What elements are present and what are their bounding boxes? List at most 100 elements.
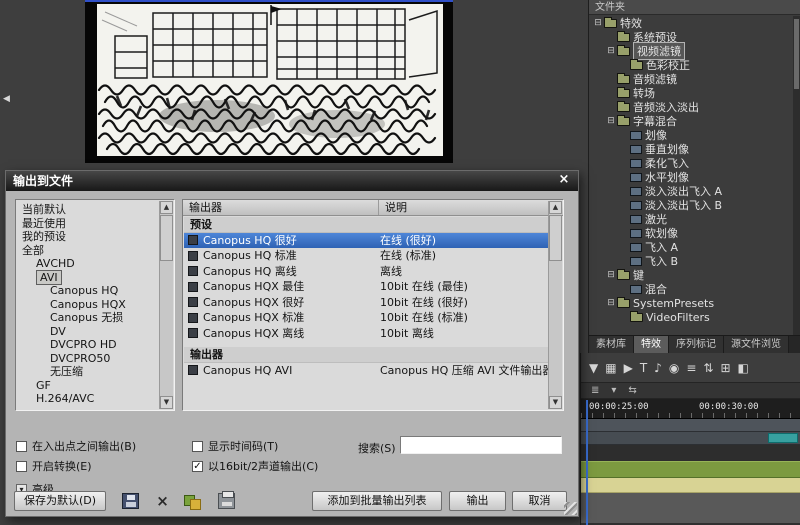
- tree-item-soft-wipe[interactable]: 软划像: [589, 226, 793, 240]
- category-current-default[interactable]: 当前默认: [17, 203, 159, 217]
- exporter-row-hq-avi[interactable]: Canopus HQ AVICanopus HQ 压缩 AVI 文件输出器插件: [184, 363, 548, 379]
- record-icon[interactable]: ◉: [669, 361, 679, 375]
- tree-item-transitions[interactable]: 转场: [589, 86, 793, 100]
- tree-item-fade-fly-in-b[interactable]: 淡入淡出飞入 B: [589, 198, 793, 212]
- sequence-list-icon[interactable]: ≣: [591, 385, 599, 396]
- category-canopus-hqx[interactable]: Canopus HQX: [17, 298, 159, 312]
- category-scrollbar[interactable]: ▲ ▼: [159, 201, 173, 409]
- tree-item-mix[interactable]: 混合: [589, 282, 793, 296]
- tree-item-fly-in-b[interactable]: 飞入 B: [589, 254, 793, 268]
- scroll-up-icon[interactable]: ▲: [549, 201, 562, 214]
- close-icon[interactable]: ×: [555, 173, 573, 188]
- dialog-title-bar[interactable]: 输出到文件 ×: [6, 171, 578, 191]
- scroll-down-icon[interactable]: ▼: [160, 396, 173, 409]
- tree-item-video-filters[interactable]: ⊟视频滤镜: [589, 44, 793, 58]
- column-header-description[interactable]: 说明: [379, 200, 563, 215]
- collapse-icon[interactable]: ⊟: [593, 18, 603, 28]
- video-clip-track-green[interactable]: [581, 461, 800, 478]
- timeline-clip[interactable]: [768, 433, 798, 443]
- split-view-icon[interactable]: ◧: [738, 361, 749, 375]
- tree-item-soft-fly-in[interactable]: 柔化飞入: [589, 156, 793, 170]
- category-avchd[interactable]: AVCHD: [17, 257, 159, 271]
- checkbox-box[interactable]: [16, 441, 27, 452]
- column-header-exporter[interactable]: 输出器: [183, 200, 379, 215]
- print-icon[interactable]: [218, 493, 235, 509]
- track-header-row[interactable]: [581, 419, 800, 432]
- exporter-row-hq-fine[interactable]: Canopus HQ 很好在线 (很好): [184, 233, 548, 249]
- collapse-icon[interactable]: ⊟: [606, 298, 616, 308]
- tree-item-wipe[interactable]: 划像: [589, 128, 793, 142]
- title-icon[interactable]: T: [640, 361, 647, 375]
- layout-menu-icon[interactable]: ▼: [589, 361, 598, 375]
- tree-item-audio-filters[interactable]: 音频滤镜: [589, 72, 793, 86]
- delete-preset-icon[interactable]: ×: [154, 493, 171, 509]
- tree-item-systempresets[interactable]: ⊟SystemPresets: [589, 296, 793, 310]
- tree-item-videofilters[interactable]: VideoFilters: [589, 310, 793, 324]
- resize-grip[interactable]: [564, 502, 577, 515]
- collapse-icon[interactable]: ⊟: [606, 270, 616, 280]
- list-view-icon[interactable]: ≡: [686, 361, 696, 375]
- add-clip-icon[interactable]: ▦: [605, 361, 616, 375]
- category-avi[interactable]: AVI: [17, 271, 159, 285]
- exporter-scrollbar[interactable]: ▲ ▼: [548, 201, 562, 409]
- timeline-ruler[interactable]: 00:00:25:00 00:00:30:00: [581, 399, 800, 419]
- category-dv[interactable]: DV: [17, 325, 159, 339]
- tree-item-key[interactable]: ⊟键: [589, 268, 793, 282]
- scroll-up-icon[interactable]: ▲: [160, 201, 173, 214]
- tree-item-fade-fly-in-a[interactable]: 淡入淡出飞入 A: [589, 184, 793, 198]
- checkbox-box-checked[interactable]: ✓: [192, 461, 203, 472]
- effects-tree-scrollbar[interactable]: [793, 16, 800, 335]
- tree-item-laser[interactable]: 激光: [589, 212, 793, 226]
- collapse-icon[interactable]: ⊟: [606, 116, 616, 126]
- checkbox-enable-conversion[interactable]: 开启转换(E): [16, 458, 92, 474]
- tree-item-system-presets[interactable]: 系统预设: [589, 30, 793, 44]
- category-canopus-lossless[interactable]: Canopus 无损: [17, 311, 159, 325]
- exporter-row-hqx-standard[interactable]: Canopus HQX 标准10bit 在线 (标准): [184, 310, 548, 326]
- category-all[interactable]: 全部: [17, 244, 159, 258]
- convert-preset-icon[interactable]: [184, 493, 201, 509]
- tree-item-fly-in-a[interactable]: 飞入 A: [589, 240, 793, 254]
- collapse-icon[interactable]: ▾: [611, 385, 616, 396]
- scroll-down-icon[interactable]: ▼: [549, 396, 562, 409]
- exporter-row-hq-standard[interactable]: Canopus HQ 标准在线 (标准): [184, 248, 548, 264]
- tab-bin[interactable]: 素材库: [589, 336, 634, 353]
- tree-item-vertical-wipe[interactable]: 垂直划像: [589, 142, 793, 156]
- scrollbar-thumb[interactable]: [549, 215, 562, 261]
- collapse-icon[interactable]: ⊟: [606, 46, 616, 56]
- voice-over-icon[interactable]: ♪: [654, 361, 662, 375]
- scroll-mode-icon[interactable]: ⇆: [628, 385, 636, 396]
- cancel-button[interactable]: 取消: [512, 491, 567, 511]
- tab-effects[interactable]: 特效: [634, 336, 669, 353]
- category-my-presets[interactable]: 我的预设: [17, 230, 159, 244]
- exporter-row-hqx-best[interactable]: Canopus HQX 最佳10bit 在线 (最佳): [184, 279, 548, 295]
- tree-item-title-mixer[interactable]: ⊟字幕混合: [589, 114, 793, 128]
- category-uncompressed[interactable]: 无压缩: [17, 365, 159, 379]
- tree-item-effects-root[interactable]: ⊟特效: [589, 16, 793, 30]
- scrollbar-thumb[interactable]: [160, 215, 173, 261]
- checkbox-box[interactable]: [192, 441, 203, 452]
- category-dvcpro50[interactable]: DVCPRO50: [17, 352, 159, 366]
- add-to-batch-button[interactable]: 添加到批量输出列表: [312, 491, 442, 511]
- category-canopus-hq[interactable]: Canopus HQ: [17, 284, 159, 298]
- video-track-row[interactable]: [581, 432, 800, 445]
- category-gf[interactable]: GF: [17, 379, 159, 393]
- scrollbar-thumb[interactable]: [794, 19, 799, 89]
- search-input[interactable]: [400, 436, 562, 454]
- tree-item-horizontal-wipe[interactable]: 水平划像: [589, 170, 793, 184]
- playhead-cursor[interactable]: [586, 400, 588, 525]
- category-dvcpro-hd[interactable]: DVCPRO HD: [17, 338, 159, 352]
- save-preset-icon[interactable]: [122, 493, 139, 509]
- exporter-row-hq-offline[interactable]: Canopus HQ 离线离线: [184, 264, 548, 280]
- category-recently-used[interactable]: 最近使用: [17, 217, 159, 231]
- audio-clip-track-yellow[interactable]: [581, 478, 800, 493]
- tree-item-color-correction[interactable]: 色彩校正: [589, 58, 793, 72]
- track-height-icon[interactable]: ⇅: [703, 361, 713, 375]
- checkbox-show-timecode[interactable]: 显示时间码(T): [192, 438, 278, 454]
- exporter-row-hqx-fine[interactable]: Canopus HQX 很好10bit 在线 (很好): [184, 295, 548, 311]
- export-button[interactable]: 输出: [449, 491, 506, 511]
- category-h264-avc[interactable]: H.264/AVC: [17, 392, 159, 406]
- tab-sequence-marker[interactable]: 序列标记: [669, 336, 724, 353]
- exporter-row-hqx-offline[interactable]: Canopus HQX 离线10bit 离线: [184, 326, 548, 342]
- checkbox-box[interactable]: [16, 461, 27, 472]
- checkbox-16bit-2ch-output[interactable]: ✓ 以16bit/2声道输出(C): [192, 458, 318, 474]
